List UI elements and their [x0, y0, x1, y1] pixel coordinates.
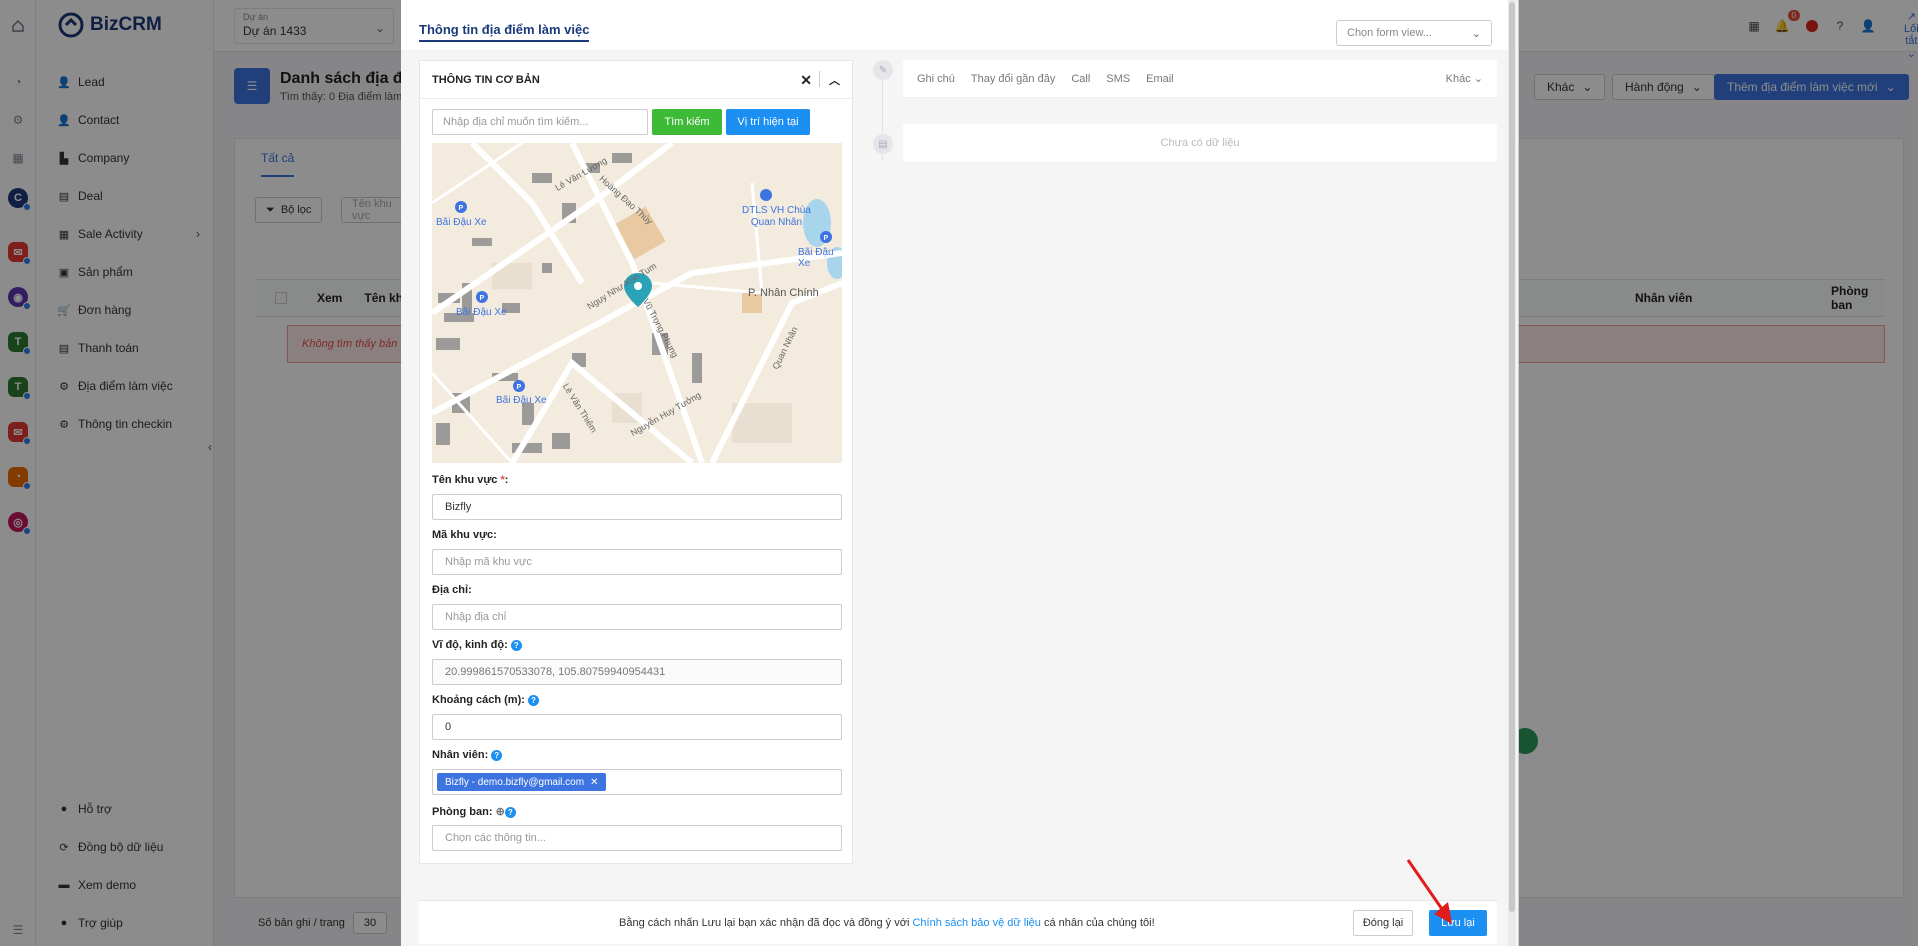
department-select[interactable]: Chọn các thông tin...	[432, 825, 842, 851]
tab-email[interactable]: Email	[1146, 73, 1174, 85]
divider	[819, 71, 820, 87]
tab-notes[interactable]: Ghi chú	[917, 73, 955, 85]
section-title: THÔNG TIN CƠ BẢN	[432, 73, 540, 86]
address-label: Địa chỉ:	[432, 584, 472, 596]
distance-label: Khoảng cách (m):?	[432, 694, 539, 706]
svg-text:P: P	[459, 205, 464, 212]
annotation-arrow-icon	[1406, 859, 1452, 924]
activity-timeline: ✎ ▤	[867, 60, 897, 170]
app-root: ◔ ⚙ ▦ C ✉ ◉ T T ✉ ◔ ◎ ☰ Biz CRM 👤 Lead 👤 Co…	[0, 0, 1918, 946]
modal-title: Thông tin địa điểm làm việc	[419, 22, 590, 42]
chip-close-icon[interactable]: ✕	[590, 777, 598, 788]
search-button[interactable]: Tìm kiếm	[652, 109, 722, 135]
map-search-row: Nhập địa chỉ muốn tìm kiếm... Tìm kiếm V…	[432, 109, 842, 135]
modal-header: Thông tin địa điểm làm việc Chọn form vi…	[401, 0, 1509, 50]
chevron-down-icon: ⌄	[1471, 27, 1481, 40]
help-icon[interactable]: ?	[504, 806, 516, 818]
privacy-policy-link[interactable]: Chính sách bảo vệ dữ liệu	[912, 917, 1040, 929]
map-parking-label: Bãi Đậu Xe	[436, 217, 487, 228]
map-parking-label: Bãi Đậu Xe	[798, 247, 834, 269]
map-ward-label: P. Nhân Chính	[748, 287, 819, 299]
basic-info-card: THÔNG TIN CƠ BẢN ✕ ︿ Nhập địa chỉ muốn t…	[419, 60, 853, 864]
staff-chip[interactable]: Bizfly - demo.bizfly@gmail.com ✕	[437, 773, 607, 791]
svg-text:P: P	[480, 295, 485, 302]
department-label: Phòng ban: ⊕?	[432, 805, 516, 818]
area-code-label: Mã khu vực:	[432, 529, 497, 541]
help-icon[interactable]: ?	[491, 749, 503, 761]
staff-chip-label: Bizfly - demo.bizfly@gmail.com	[445, 776, 585, 788]
chevron-down-icon: ⌄	[1473, 73, 1483, 85]
activity-empty: Chưa có dữ liệu	[903, 124, 1497, 162]
scrollbar-thumb[interactable]	[1509, 2, 1515, 912]
help-icon[interactable]: ?	[510, 639, 522, 651]
modal-scrollbar[interactable]	[1508, 0, 1516, 946]
staff-multiselect[interactable]: Bizfly - demo.bizfly@gmail.com ✕	[432, 769, 842, 795]
close-icon[interactable]: ✕	[800, 72, 812, 89]
map-poi-label: DTLS VH Chùa Quan Nhân	[742, 205, 811, 228]
add-circle-icon[interactable]: ⊕	[496, 806, 505, 818]
modal-footer: Bằng cách nhấn Lưu lại bạn xác nhận đã đ…	[419, 900, 1497, 944]
card-header: THÔNG TIN CƠ BẢN ✕ ︿	[420, 61, 852, 99]
map-view[interactable]: P P P P DTLS VH Chùa Quan Nhân P. Nhân Chính…	[432, 143, 842, 463]
tab-call[interactable]: Call	[1071, 73, 1090, 85]
area-code-input[interactable]: Nhập mã khu vực	[432, 549, 842, 575]
map-svg: P P P P	[432, 143, 842, 463]
chevron-up-icon[interactable]: ︿	[829, 72, 840, 88]
area-name-label: Tên khu vực *:	[432, 474, 509, 486]
document-icon: ▤	[873, 134, 893, 154]
footer-consent-text: Bằng cách nhấn Lưu lại bạn xác nhận đã đ…	[619, 917, 1155, 929]
tab-sms[interactable]: SMS	[1106, 73, 1130, 85]
tab-more[interactable]: Khác ⌄	[1446, 72, 1483, 85]
address-search-input[interactable]: Nhập địa chỉ muốn tìm kiếm...	[432, 109, 648, 135]
activity-tabs: Ghi chú Thay đổi gần đây Call SMS Email …	[903, 60, 1497, 98]
note-icon: ✎	[873, 60, 893, 80]
latlng-label: Vĩ độ, kinh độ:?	[432, 639, 522, 651]
workplace-modal: Thông tin địa điểm làm việc Chọn form vi…	[401, 0, 1519, 946]
footer-text-2: cá nhân của chúng tôi!	[1040, 917, 1155, 929]
staff-label: Nhân viên:?	[432, 749, 503, 761]
form-view-placeholder: Chọn form view...	[1347, 27, 1432, 39]
latlng-input[interactable]: 20.999861570533078, 105.80759940954431	[432, 659, 842, 685]
help-icon[interactable]: ?	[527, 694, 539, 706]
distance-input[interactable]: 0	[432, 714, 842, 740]
form-view-select[interactable]: Chọn form view... ⌄	[1336, 20, 1492, 46]
map-parking-label: Bãi Đậu Xe	[496, 395, 547, 406]
svg-text:P: P	[824, 235, 829, 242]
address-input[interactable]: Nhập địa chỉ	[432, 604, 842, 630]
current-location-button[interactable]: Vị trí hiện tại	[726, 109, 810, 135]
area-name-input[interactable]: Bizfly	[432, 494, 842, 520]
tab-recent-changes[interactable]: Thay đổi gần đây	[971, 73, 1055, 85]
tab-more-label: Khác	[1445, 73, 1471, 85]
map-parking-label: Bãi Đậu Xe	[456, 307, 507, 318]
footer-text-1: Bằng cách nhấn Lưu lại bạn xác nhận đã đ…	[619, 917, 913, 929]
svg-text:P: P	[517, 384, 522, 391]
